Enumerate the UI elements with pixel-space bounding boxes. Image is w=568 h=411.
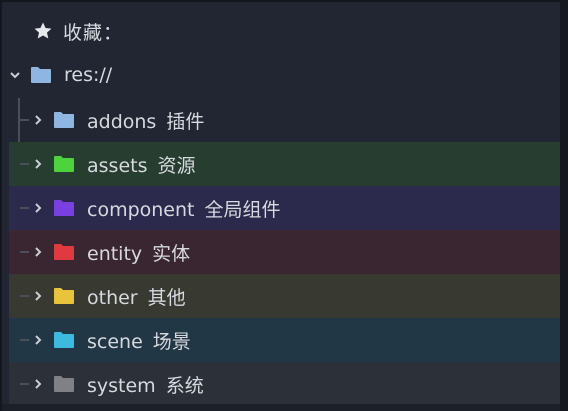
folder-icon <box>54 112 74 128</box>
folder-label: scene 场景 <box>87 327 191 354</box>
tree-branch-line <box>20 119 29 121</box>
folder-icon <box>54 288 74 304</box>
favorites-label: 收藏： <box>63 21 124 44</box>
folder-row-scene[interactable]: scene 场景 <box>9 318 560 362</box>
tree-branch-line <box>20 163 29 165</box>
chevron-right-icon[interactable] <box>31 113 45 127</box>
tree-branch-line <box>20 383 29 385</box>
filesystem-panel: 收藏： res:// addons 插件 assets 资源 component 全局组件… <box>0 0 568 411</box>
favorites-row[interactable]: 收藏： <box>2 9 560 53</box>
folder-icon <box>54 244 74 260</box>
folder-name: system <box>87 374 156 397</box>
folder-name: other <box>87 286 138 309</box>
tree-branch-line <box>20 251 29 253</box>
folder-name: addons <box>87 110 157 133</box>
folder-description: 资源 <box>157 154 196 177</box>
folder-label: component 全局组件 <box>87 195 281 222</box>
folder-icon <box>54 156 74 172</box>
folder-name: scene <box>87 330 143 353</box>
folder-description: 实体 <box>152 242 191 265</box>
folder-label: other 其他 <box>87 283 186 310</box>
folder-icon <box>54 332 74 348</box>
folder-row-component[interactable]: component 全局组件 <box>9 186 560 230</box>
chevron-right-icon[interactable] <box>31 333 45 347</box>
chevron-down-icon[interactable] <box>8 68 22 82</box>
folder-description: 场景 <box>152 330 191 353</box>
folder-description: 全局组件 <box>204 198 281 221</box>
folder-label: assets 资源 <box>87 151 196 178</box>
folder-description: 系统 <box>165 374 204 397</box>
folder-label: addons 插件 <box>87 107 204 134</box>
root-folder-label: res:// <box>64 64 113 86</box>
folder-icon <box>31 67 51 83</box>
folder-description: 插件 <box>166 110 205 133</box>
folder-label: system 系统 <box>87 371 204 398</box>
folder-row-entity[interactable]: entity 实体 <box>9 230 560 274</box>
folder-row-other[interactable]: other 其他 <box>9 274 560 318</box>
folder-icon <box>54 376 74 392</box>
folder-name: assets <box>87 154 148 177</box>
folder-description: 其他 <box>147 286 186 309</box>
folder-name: entity <box>87 242 143 265</box>
panel-bottom-edge <box>2 404 560 411</box>
folder-label: entity 实体 <box>87 239 190 266</box>
chevron-right-icon[interactable] <box>31 157 45 171</box>
root-folder-row[interactable]: res:// <box>2 53 560 97</box>
folder-name: component <box>87 198 195 221</box>
tree-branch-line <box>20 339 29 341</box>
folder-row-system[interactable]: system 系统 <box>9 362 560 406</box>
tree-branch-line <box>20 295 29 297</box>
folder-icon <box>54 200 74 216</box>
chevron-right-icon[interactable] <box>31 377 45 391</box>
folder-row-addons[interactable]: addons 插件 <box>9 98 560 142</box>
tree-branch-line <box>20 207 29 209</box>
chevron-right-icon[interactable] <box>31 245 45 259</box>
chevron-right-icon[interactable] <box>31 289 45 303</box>
star-icon <box>34 22 52 39</box>
chevron-right-icon[interactable] <box>31 201 45 215</box>
folder-row-assets[interactable]: assets 资源 <box>9 142 560 186</box>
